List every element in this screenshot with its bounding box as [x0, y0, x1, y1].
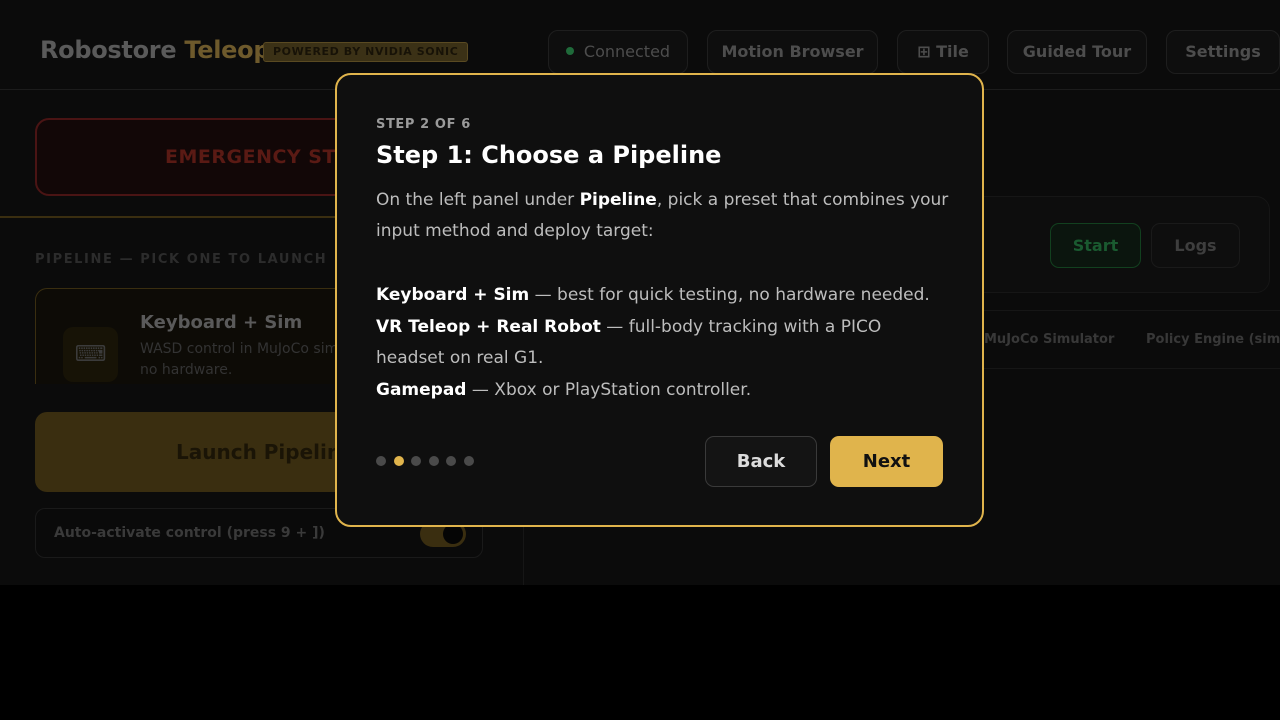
- app-brand: Robostore Teleop: [40, 36, 271, 64]
- logs-button[interactable]: Logs: [1151, 223, 1240, 268]
- option-name: Gamepad: [376, 380, 467, 400]
- status-dot-icon: [565, 46, 574, 55]
- step-dot: [446, 456, 456, 466]
- tour-modal: STEP 2 OF 6 Step 1: Choose a Pipeline On…: [335, 73, 984, 527]
- toggle-knob: [443, 524, 463, 544]
- pipeline-card-title: Keyboard + Sim: [140, 312, 303, 333]
- brand-name: Robostore: [40, 36, 177, 64]
- option-desc: — Xbox or PlayStation controller.: [466, 380, 752, 400]
- step-dot: [393, 456, 404, 466]
- auto-activate-label: Auto-activate control (press 9 + ]): [54, 525, 325, 541]
- connection-status-label: Connected: [583, 42, 671, 61]
- intro-bold: Pipeline: [579, 190, 657, 210]
- intro-prefix: On the left panel under: [376, 190, 580, 210]
- step-counter: STEP 2 OF 6: [376, 117, 471, 132]
- pipeline-card-keyboard-sim[interactable]: ⌨ Keyboard + Sim WASD control in MuJoCo …: [35, 288, 355, 384]
- pipeline-card-desc: WASD control in MuJoCo sim, no hardware.: [140, 341, 343, 378]
- settings-button[interactable]: Settings: [1166, 30, 1280, 74]
- pipeline-heading: PIPELINE — PICK ONE TO LAUNCH: [35, 252, 328, 267]
- next-button[interactable]: Next: [830, 436, 943, 487]
- divider: [0, 216, 340, 218]
- option-keyboard-sim: Keyboard + Sim — best for quick testing,…: [376, 280, 951, 311]
- step-dot: [411, 456, 421, 466]
- step-dot: [463, 456, 474, 466]
- option-desc: — best for quick testing, no hardware ne…: [529, 285, 930, 305]
- connection-status: Connected: [548, 30, 688, 74]
- tile-button[interactable]: ⊞ Tile: [897, 30, 989, 74]
- start-button[interactable]: Start: [1050, 223, 1141, 268]
- motion-browser-button[interactable]: Motion Browser: [707, 30, 878, 74]
- option-gamepad: Gamepad — Xbox or PlayStation controller…: [376, 375, 951, 406]
- guided-tour-button[interactable]: Guided Tour: [1007, 30, 1147, 74]
- option-vr-teleop: VR Teleop + Real Robot — full-body track…: [376, 312, 951, 374]
- brand-accent: Teleop: [184, 36, 271, 64]
- tab-policy-engine[interactable]: Policy Engine (sim): [1146, 332, 1280, 347]
- step-dot: [428, 456, 439, 466]
- option-name: Keyboard + Sim: [376, 285, 530, 305]
- launch-pipeline-button[interactable]: Launch Pipeline: [35, 412, 355, 492]
- option-name: VR Teleop + Real Robot: [376, 317, 601, 337]
- step-progress-dots: [376, 456, 481, 468]
- emergency-stop-button[interactable]: EMERGENCY STOP: [35, 118, 355, 196]
- tab-mujoco-simulator[interactable]: MuJoCo Simulator: [984, 332, 1114, 347]
- keyboard-icon: ⌨: [63, 327, 118, 382]
- modal-title: Step 1: Choose a Pipeline: [376, 141, 722, 169]
- powered-by-badge: POWERED BY NVIDIA SONIC: [263, 42, 469, 62]
- back-button[interactable]: Back: [705, 436, 817, 487]
- step-dot: [376, 456, 386, 466]
- modal-intro: On the left panel under Pipeline, pick a…: [376, 185, 951, 247]
